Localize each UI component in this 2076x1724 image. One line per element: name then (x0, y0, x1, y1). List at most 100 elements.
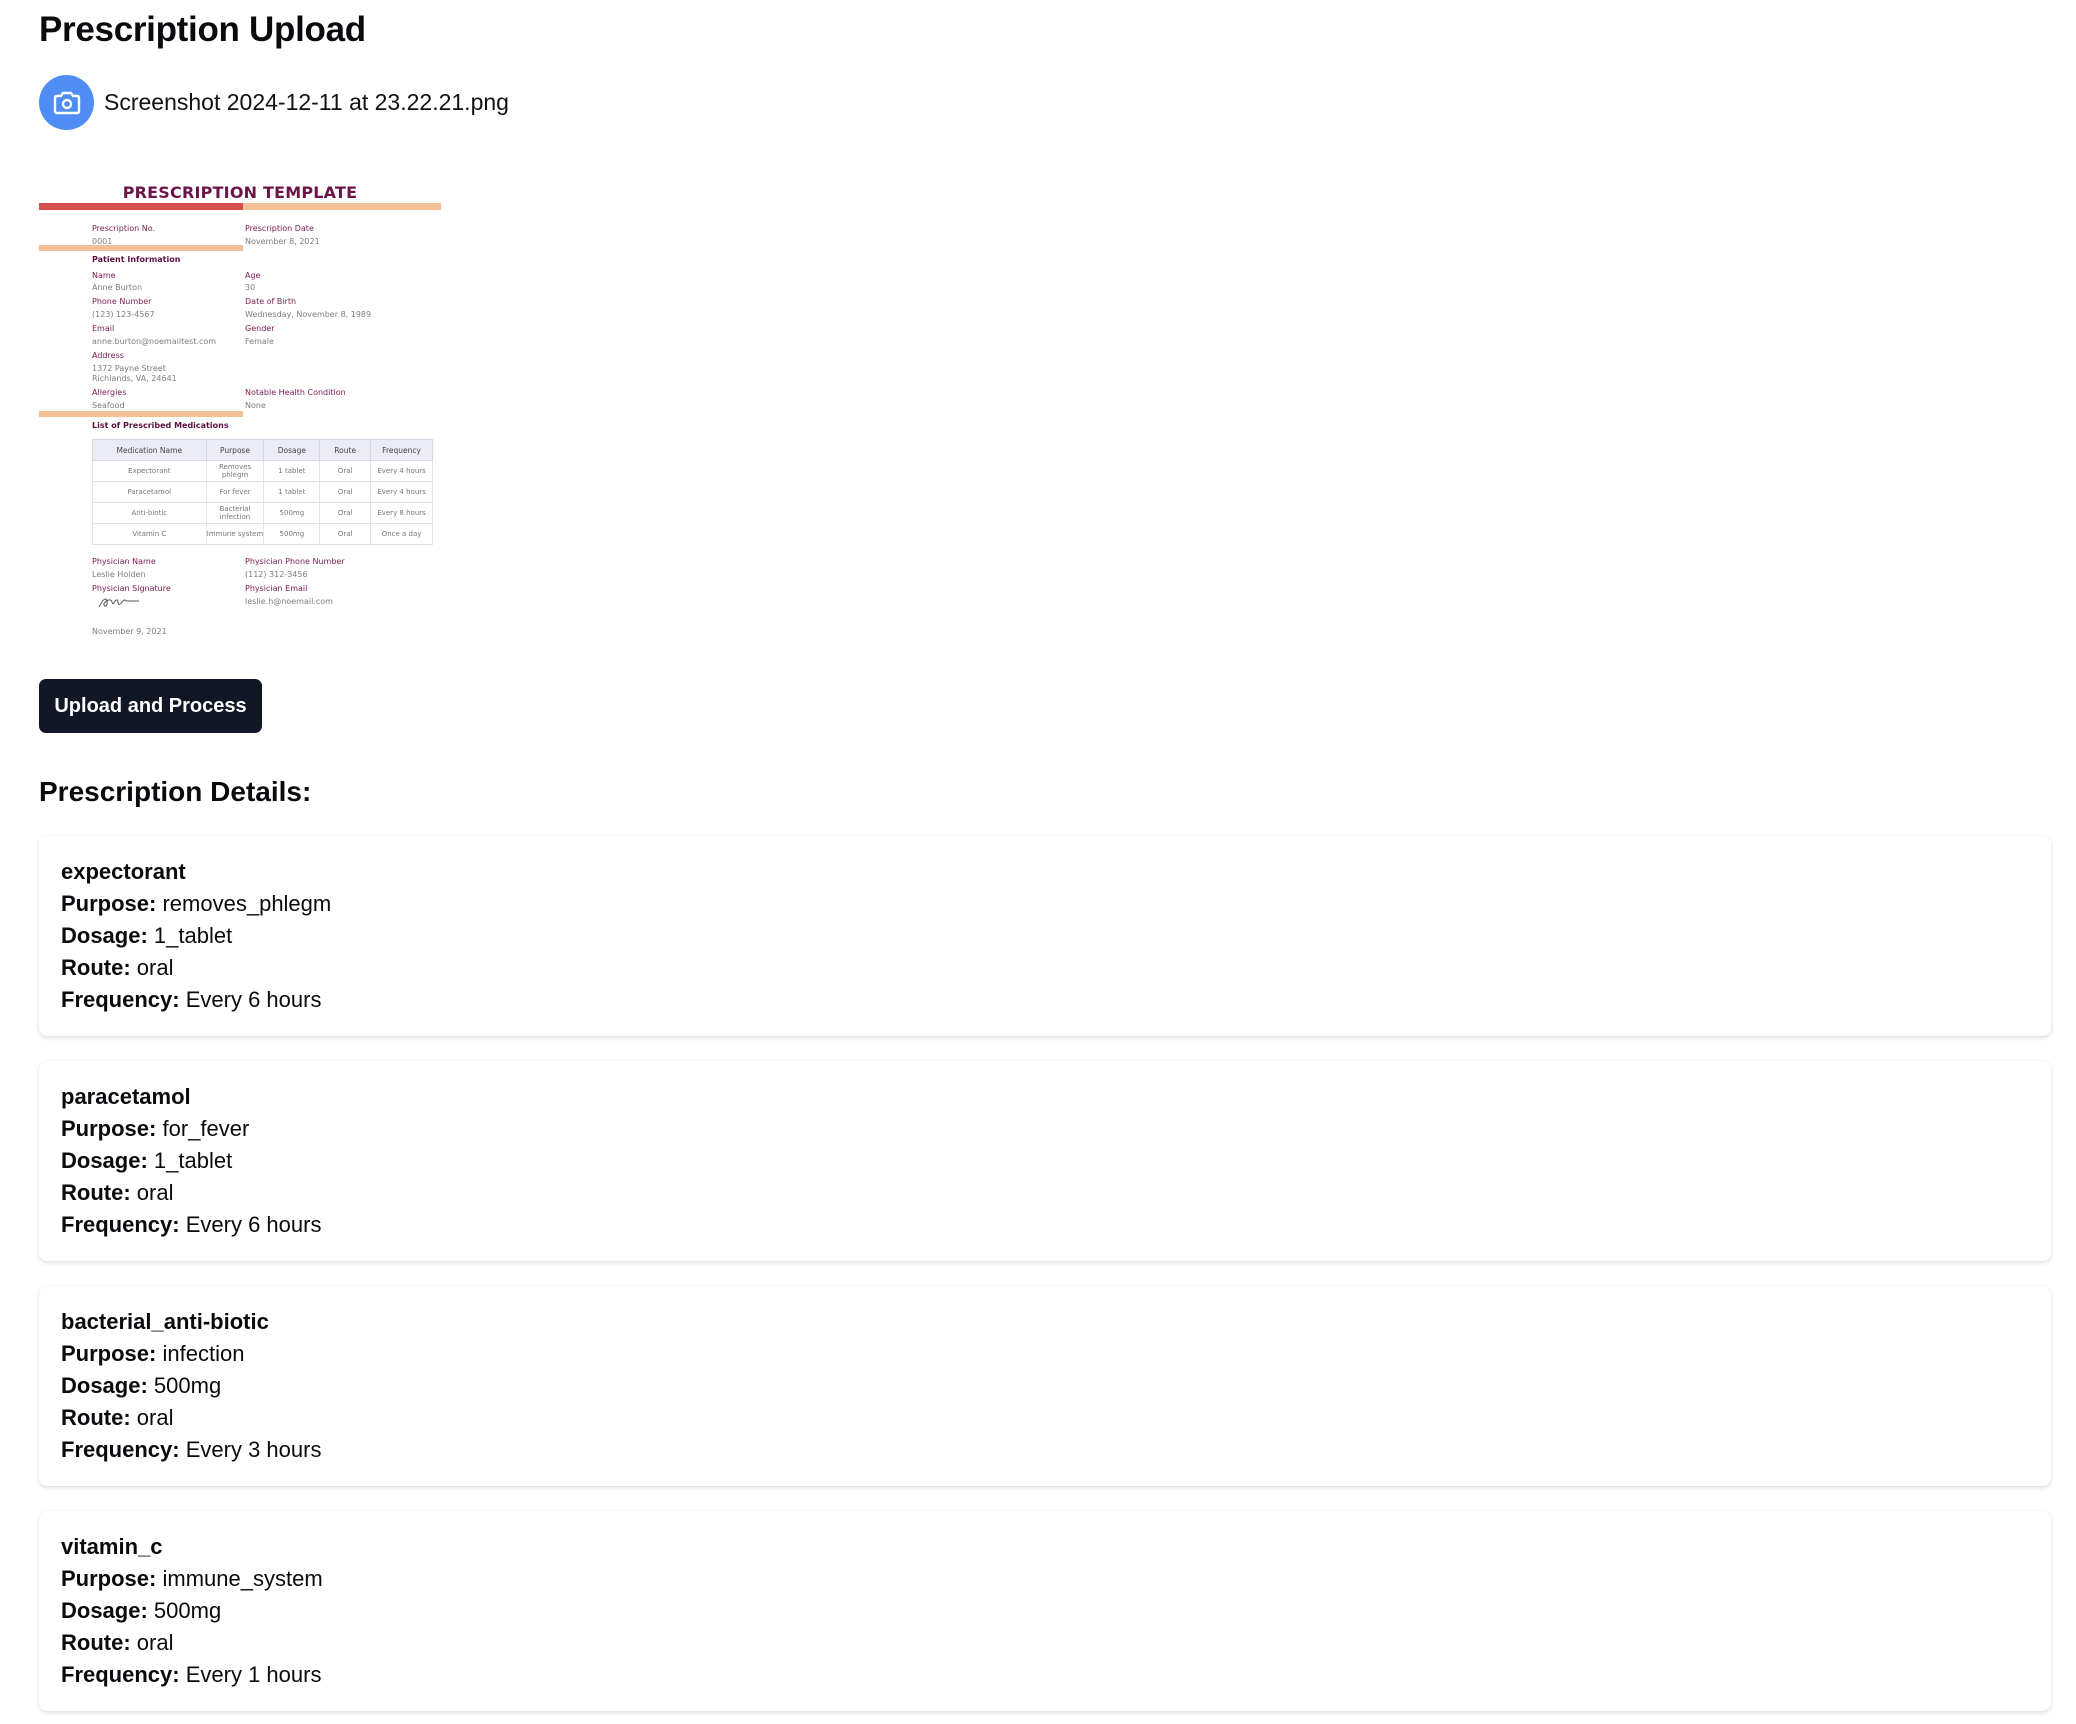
purpose-value: infection (162, 1341, 245, 1366)
preview-table-row: Expectorant Removes phlegm 1 tablet Oral… (92, 460, 433, 482)
preview-value: 1372 Payne Street (92, 364, 166, 373)
preview-label: Address (92, 351, 124, 360)
preview-table-cell: Expectorant (92, 460, 207, 482)
preview-medication-table: Medication Name Purpose Dosage Route Fre… (92, 439, 433, 545)
medication-name: vitamin_c (61, 1534, 163, 1559)
preview-table-cell: Paracetamol (92, 481, 207, 503)
preview-label: Prescription No. (92, 224, 156, 233)
medication-card: vitamin_c Purpose: immune_system Dosage:… (39, 1511, 2051, 1711)
preview-label: Age (245, 271, 261, 280)
preview-label: Physician Name (92, 557, 156, 566)
preview-table-cell: 500mg (263, 502, 321, 524)
preview-value: Seafood (92, 401, 125, 410)
route-label: Route: (61, 1180, 131, 1205)
preview-table-cell: Oral (319, 523, 372, 545)
preview-label: Email (92, 324, 115, 333)
preview-table-cell: Every 4 hours (370, 481, 433, 503)
signature-image (98, 598, 139, 608)
dosage-field: Dosage: 500mg (61, 1595, 2029, 1627)
dosage-value: 1_tablet (153, 923, 233, 948)
medication-card: paracetamol Purpose: for_fever Dosage: 1… (39, 1061, 2051, 1261)
medication-list: expectorant Purpose: removes_phlegm Dosa… (39, 836, 2051, 1724)
medication-name: expectorant (61, 859, 186, 884)
medication-name: paracetamol (61, 1084, 191, 1109)
route-label: Route: (61, 1405, 131, 1430)
preview-table-cell: Oral (319, 502, 372, 524)
preview-label: Prescription Date (245, 224, 314, 233)
purpose-label: Purpose: (61, 1341, 157, 1366)
preview-table-cell: Anti-biotic (92, 502, 207, 524)
preview-label: Name (92, 271, 116, 280)
purpose-value: removes_phlegm (162, 891, 332, 916)
preview-value: Anne Burton (92, 283, 143, 292)
route-field: Route: oral (61, 1177, 2029, 1209)
route-field: Route: oral (61, 1402, 2029, 1434)
dosage-field: Dosage: 1_tablet (61, 920, 2029, 952)
camera-button[interactable] (39, 75, 94, 130)
preview-table-cell: 1 tablet (263, 481, 321, 503)
purpose-field: Purpose: infection (61, 1338, 2029, 1370)
frequency-label: Frequency: (61, 1662, 180, 1687)
dosage-field: Dosage: 1_tablet (61, 1145, 2029, 1177)
preview-table-header: Route (319, 439, 372, 461)
route-value: oral (136, 1630, 174, 1655)
preview-bar-red (39, 203, 243, 210)
preview-value: leslie.h@noemail.com (245, 597, 333, 606)
preview-value: None (245, 401, 266, 410)
preview-table-cell: Every 8 hours (370, 502, 433, 524)
preview-table-cell: Once a day (370, 523, 433, 545)
preview-table-cell: For fever (205, 481, 265, 503)
preview-value: Wednesday, November 8, 1989 (245, 310, 372, 319)
preview-label: Allergies (92, 388, 127, 397)
preview-section-title: Patient Information (92, 255, 181, 264)
dosage-label: Dosage: (61, 923, 148, 948)
preview-label: Physician Email (245, 584, 308, 593)
frequency-label: Frequency: (61, 987, 180, 1012)
preview-value: 30 (245, 283, 256, 292)
preview-table-cell: Immune system (205, 523, 265, 545)
dosage-value: 500mg (153, 1373, 222, 1398)
preview-table-cell: Vitamin C (92, 523, 207, 545)
preview-value: (123) 123-4567 (92, 310, 155, 319)
preview-value: Female (245, 337, 274, 346)
route-value: oral (136, 955, 174, 980)
frequency-value: Every 3 hours (185, 1437, 322, 1462)
purpose-field: Purpose: removes_phlegm (61, 888, 2029, 920)
purpose-value: immune_system (162, 1566, 323, 1591)
preview-table-row: Anti-biotic Bacterial infection 500mg Or… (92, 502, 433, 524)
camera-icon (53, 91, 80, 114)
preview-table-cell: Bacterial infection (205, 502, 265, 524)
preview-bar-peach (39, 411, 243, 417)
preview-table-row: Paracetamol For fever 1 tablet Oral Ever… (92, 481, 433, 503)
frequency-label: Frequency: (61, 1437, 180, 1462)
dosage-label: Dosage: (61, 1598, 148, 1623)
upload-and-process-button[interactable]: Upload and Process (39, 679, 262, 733)
medication-name: bacterial_anti-biotic (61, 1309, 269, 1334)
preview-table-header: Purpose (205, 439, 265, 461)
preview-label: Gender (245, 324, 275, 333)
preview-section-title: List of Prescribed Medications (92, 421, 229, 430)
file-selector: Screenshot 2024-12-11 at 23.22.21.png (39, 75, 509, 130)
preview-value: Richlands, VA, 24641 (92, 374, 177, 383)
dosage-value: 500mg (153, 1598, 222, 1623)
frequency-field: Frequency: Every 3 hours (61, 1434, 2029, 1466)
prescription-image-preview: PRESCRIPTION TEMPLATE Prescription No. 0… (39, 172, 441, 642)
purpose-value: for_fever (162, 1116, 250, 1141)
purpose-label: Purpose: (61, 1566, 157, 1591)
frequency-field: Frequency: Every 6 hours (61, 1209, 2029, 1241)
preview-label: Physician Phone Number (245, 557, 345, 566)
route-field: Route: oral (61, 1627, 2029, 1659)
preview-value: (112) 312-3456 (245, 570, 308, 579)
preview-value: November 9, 2021 (92, 627, 167, 636)
preview-table-cell: 1 tablet (263, 460, 321, 482)
preview-table-header: Medication Name (92, 439, 207, 461)
prescription-details-heading: Prescription Details: (39, 776, 312, 807)
preview-label: Physician Signature (92, 584, 171, 593)
preview-bar-peach (39, 245, 243, 251)
file-name: Screenshot 2024-12-11 at 23.22.21.png (104, 89, 509, 115)
preview-value: Leslie Holden (92, 570, 146, 579)
frequency-field: Frequency: Every 1 hours (61, 1659, 2029, 1691)
medication-card: bacterial_anti-biotic Purpose: infection… (39, 1286, 2051, 1486)
frequency-value: Every 6 hours (185, 987, 322, 1012)
preview-value: anne.burton@noemailtest.com (92, 337, 217, 346)
